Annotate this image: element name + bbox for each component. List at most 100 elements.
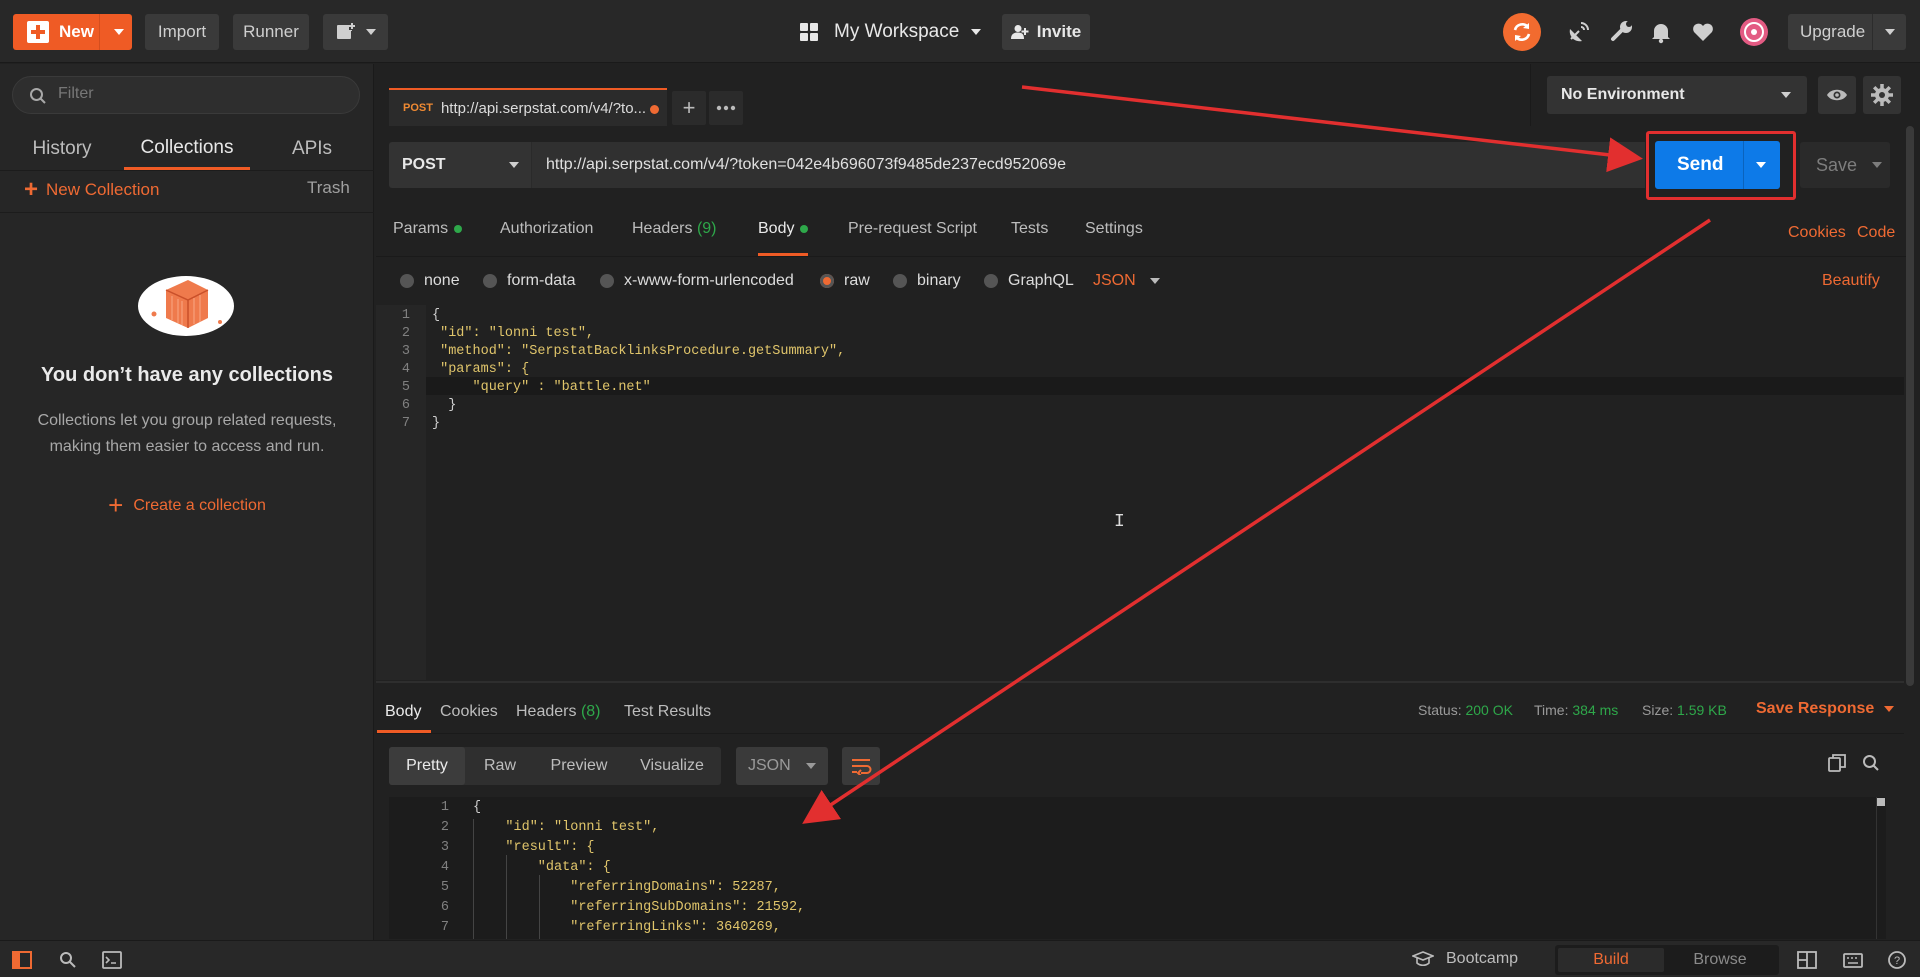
environment-select[interactable]: No Environment (1547, 76, 1807, 114)
code-line: "method": "SerpstatBacklinksProcedure.ge… (432, 344, 846, 359)
tab-params[interactable]: Params (393, 220, 463, 250)
bootcamp-button[interactable]: Bootcamp (1412, 950, 1518, 968)
method-select[interactable]: POST (389, 142, 531, 188)
tab-options-button[interactable] (709, 91, 743, 125)
vertical-scrollbar[interactable] (1906, 126, 1914, 686)
body-mode-none[interactable]: none (400, 272, 460, 290)
trash-link[interactable]: Trash (307, 178, 350, 198)
code-line: "params": { (432, 362, 530, 377)
add-user-icon (1010, 25, 1029, 39)
browse-mode-button[interactable]: Browse (1667, 948, 1773, 972)
tab-apis[interactable]: APIs (278, 128, 346, 170)
body-mode-raw[interactable]: raw (820, 272, 870, 290)
upgrade-button[interactable]: Upgrade (1788, 14, 1906, 50)
wrap-lines-button[interactable] (842, 747, 880, 785)
wrench-icon[interactable] (1609, 19, 1635, 45)
tab-authorization[interactable]: Authorization (500, 220, 593, 250)
environment-quick-look-button[interactable] (1818, 76, 1856, 114)
create-collection-link[interactable]: + Create a collection (0, 490, 374, 521)
copy-icon[interactable] (1828, 754, 1846, 772)
code-line: "data": { (473, 860, 611, 875)
invite-button[interactable]: Invite (1002, 14, 1090, 50)
request-tab-strip: POST http://api.serpstat.com/v4/?to... + (375, 64, 1530, 126)
runner-button[interactable]: Runner (233, 14, 309, 50)
save-label: Save (1816, 154, 1858, 175)
new-tab-button[interactable]: + (672, 91, 706, 125)
chevron-down-icon (509, 162, 519, 168)
body-format-select[interactable]: JSON (1093, 272, 1160, 290)
satellite-icon[interactable] (1566, 19, 1592, 45)
build-mode-button[interactable]: Build (1558, 948, 1664, 972)
body-mode-binary[interactable]: binary (893, 272, 961, 290)
body-mode-urlencoded[interactable]: x-www-form-urlencoded (600, 272, 794, 290)
filter-field[interactable] (12, 76, 360, 114)
avatar[interactable] (1739, 17, 1769, 47)
unsaved-dot-icon (650, 105, 659, 114)
pane-resizer[interactable] (376, 681, 1904, 683)
two-pane-view-icon[interactable] (1797, 951, 1817, 969)
console-icon[interactable] (102, 951, 122, 969)
sync-icon (1513, 23, 1531, 41)
url-input[interactable]: http://api.serpstat.com/v4/?token=042e4b… (531, 142, 1645, 188)
view-visualize[interactable]: Visualize (623, 747, 721, 785)
keyboard-shortcuts-icon[interactable] (1843, 951, 1863, 969)
chevron-down-icon[interactable] (1885, 29, 1895, 35)
code-link[interactable]: Code (1857, 224, 1895, 242)
send-options-chevron-icon[interactable] (1756, 162, 1766, 168)
add-window-icon (336, 22, 355, 39)
view-pretty[interactable]: Pretty (389, 747, 465, 785)
response-tab-cookies[interactable]: Cookies (440, 703, 498, 721)
tab-body[interactable]: Body (758, 220, 809, 256)
code-line: "referringLinks": 3640269, (473, 920, 781, 935)
toggle-sidebar-icon[interactable] (12, 951, 32, 969)
request-body-editor[interactable]: 1 2 3 4 5 6 7 { "id": "lonni test", "met… (376, 305, 1904, 680)
response-scroll-thumb[interactable] (1877, 798, 1885, 806)
tab-headers[interactable]: Headers (9) (632, 220, 717, 250)
response-tab-headers[interactable]: Headers (8) (516, 703, 601, 721)
cookies-link[interactable]: Cookies (1788, 224, 1846, 242)
beautify-link[interactable]: Beautify (1822, 272, 1880, 290)
find-icon[interactable] (58, 951, 78, 969)
response-tab-test-results[interactable]: Test Results (624, 703, 711, 721)
save-response-button[interactable]: Save Response (1756, 700, 1895, 718)
request-tab[interactable]: POST http://api.serpstat.com/v4/?to... (389, 88, 667, 126)
response-format-select[interactable]: JSON (736, 747, 828, 785)
response-scrollbar[interactable] (1876, 797, 1886, 939)
heart-icon[interactable] (1690, 19, 1716, 45)
new-dropdown-caret-icon[interactable] (114, 29, 124, 35)
new-collection-button[interactable]: + New Collection (24, 176, 159, 204)
response-body-viewer[interactable]: 1 2 3 4 5 6 7 { "id": "lonni test", "res… (389, 797, 1877, 939)
tab-collections[interactable]: Collections (124, 128, 250, 170)
chevron-down-icon (365, 29, 376, 35)
save-button[interactable]: Save (1800, 142, 1890, 188)
sync-status-button[interactable] (1503, 13, 1541, 51)
view-raw[interactable]: Raw (465, 747, 535, 785)
body-mode-graphql[interactable]: GraphQL (984, 272, 1074, 290)
graduation-cap-icon (1412, 951, 1434, 967)
chevron-down-icon[interactable] (1872, 162, 1882, 168)
tab-history[interactable]: History (22, 128, 102, 170)
search-icon[interactable] (1862, 754, 1880, 772)
response-headers-count: (8) (580, 703, 601, 720)
bell-icon[interactable] (1648, 19, 1674, 45)
tab-settings[interactable]: Settings (1085, 220, 1143, 250)
import-button[interactable]: Import (145, 14, 219, 50)
code-line: { (473, 800, 482, 815)
manage-environments-button[interactable] (1863, 76, 1901, 114)
view-preview[interactable]: Preview (535, 747, 623, 785)
help-icon[interactable]: ? (1887, 951, 1907, 969)
new-button[interactable]: New (13, 14, 132, 50)
code-line: } (432, 416, 441, 431)
filter-input[interactable] (58, 85, 338, 103)
response-view-modes: Pretty Raw Preview Visualize (389, 747, 721, 785)
tab-tests[interactable]: Tests (1011, 220, 1048, 250)
send-button[interactable]: Send (1655, 141, 1780, 189)
body-mode-form-data[interactable]: form-data (483, 272, 575, 290)
status-bar: Bootcamp Build Browse ? (0, 940, 1920, 977)
workspace-switcher[interactable]: My Workspace (800, 14, 982, 50)
tab-pre-request-script[interactable]: Pre-request Script (848, 220, 977, 250)
code-line: "result": { (473, 840, 595, 855)
empty-collections-illustration-icon (138, 276, 234, 336)
new-window-button[interactable] (323, 14, 388, 50)
response-tab-body[interactable]: Body (385, 703, 421, 721)
